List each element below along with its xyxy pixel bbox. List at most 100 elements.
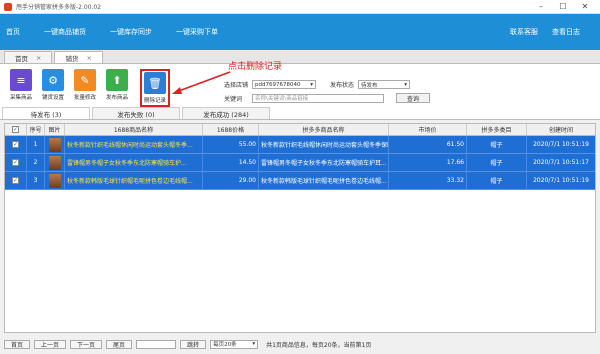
row-checkbox[interactable]: ✓: [5, 154, 27, 171]
row-market-price: 17.66: [389, 154, 467, 171]
row-no: 2: [27, 154, 45, 171]
col-source-name: 1688商品名称: [65, 124, 203, 135]
menu-purchase-order[interactable]: 一键采购下单: [176, 27, 218, 37]
tab-distribution[interactable]: 铺货 ×: [54, 51, 103, 63]
row-category: 帽子: [467, 136, 527, 153]
menu-stock-sync[interactable]: 一键库存同步: [110, 27, 152, 37]
status-select[interactable]: 待发布 ▾: [358, 80, 411, 89]
col-market-price: 市场价: [389, 124, 467, 135]
chevron-down-icon: ▾: [252, 341, 256, 347]
col-source-price: 1688价格: [203, 124, 259, 135]
row-no: 1: [27, 136, 45, 153]
shop-select[interactable]: pdd7697678040 ▾: [252, 80, 317, 89]
page-number-input[interactable]: [136, 339, 177, 349]
shop-label: 选择店铺: [224, 82, 249, 89]
batch-edit-button[interactable]: ✎ 批量修改: [70, 69, 100, 101]
row-source-price: 29.00: [203, 172, 259, 189]
tab-pending[interactable]: 待发布 (3): [2, 107, 90, 119]
upload-icon: ⬆: [106, 69, 128, 91]
settings-button[interactable]: ⚙ 铺货设置: [38, 69, 68, 101]
tab-failed[interactable]: 发布失败 (0): [92, 107, 180, 119]
status-tabs: 待发布 (3) 发布失败 (0) 发布成功 (284): [0, 106, 600, 120]
col-category: 拼多多类目: [467, 124, 527, 135]
select-all-checkbox[interactable]: ✓: [5, 124, 27, 135]
minimize-icon[interactable]: –: [530, 2, 552, 11]
contact-support-link[interactable]: 联系客服: [510, 27, 538, 37]
page-info: 共1页商品信息，每页20条，当前第1页: [266, 341, 372, 349]
row-pdd-name: 雷锋帽男冬帽子女秋冬季东北防寒帽骑车护耳...: [259, 154, 389, 171]
app-logo-icon: [4, 2, 12, 11]
publish-button[interactable]: ⬆ 发布商品: [102, 69, 132, 101]
row-created: 2020/7/1 10:51:17: [533, 159, 589, 166]
row-source-price: 14.50: [203, 154, 259, 171]
row-source-name: 雷锋帽男冬帽子女秋冬季东北防寒帽骑车护...: [65, 154, 203, 171]
row-category: 帽子: [467, 172, 527, 189]
menu-home[interactable]: 首页: [6, 27, 20, 37]
keyword-input[interactable]: 名称\关键词\商品链接: [252, 93, 385, 103]
main-menu: 首页 一键商品铺货 一键库存同步 一键采购下单 联系客服 查看日志: [0, 14, 600, 50]
checkbox-icon: ✓: [12, 126, 19, 133]
product-thumbnail: [48, 137, 61, 152]
next-page-button[interactable]: 下一页: [70, 339, 103, 349]
title-bar: 甩手分销管家拼多多版-2.00.02 – ☐ ✕: [0, 0, 600, 14]
row-category: 帽子: [467, 154, 527, 171]
filter-panel: 选择店铺 pdd7697678040 ▾ 发布状态 待发布 ▾ 关键词 名称\关键词…: [224, 80, 431, 107]
row-image: [45, 154, 65, 171]
row-source-name: 秋冬新款针织毛线帽休闲时尚运动套头帽冬季...: [65, 136, 203, 153]
table-header: ✓ 序号 图片 1688商品名称 1688价格 拼多多商品名称 市场价 拼多多类…: [5, 124, 595, 136]
maximize-icon[interactable]: ☐: [552, 2, 574, 11]
status-label: 发布状态: [330, 82, 355, 89]
jump-button[interactable]: 跳转: [180, 339, 207, 349]
checkbox-icon: ✓: [12, 141, 19, 148]
prev-page-button[interactable]: 上一页: [34, 339, 67, 349]
col-created: 创建时间: [548, 127, 573, 134]
row-pdd-name: 秋冬新款针织毛线帽休闲时尚运动套头帽冬季保暖...: [259, 136, 389, 153]
tab-home[interactable]: 首页 ×: [4, 51, 53, 63]
list-icon: ≡: [10, 69, 32, 91]
col-pdd-name: 拼多多商品名称: [259, 124, 389, 135]
chevron-down-icon: ▾: [310, 81, 314, 88]
per-page-select[interactable]: 每页20条 ▾: [210, 339, 259, 349]
chevron-down-icon: ▾: [404, 81, 408, 88]
table-row[interactable]: ✓ 1 秋冬新款针织毛线帽休闲时尚运动套头帽冬季... 55.00 秋冬新款针织…: [5, 136, 595, 154]
close-tab-icon[interactable]: ×: [86, 54, 91, 62]
checkbox-icon: ✓: [12, 159, 19, 166]
table-row[interactable]: ✓ 3 秋冬新款韩版毛球针织帽毛呢拼色卷边毛线帽... 29.00 秋冬新款韩版…: [5, 172, 595, 190]
row-source-name: 秋冬新款韩版毛球针织帽毛呢拼色卷边毛线帽...: [65, 172, 203, 189]
row-image: [45, 136, 65, 153]
col-image: 图片: [45, 124, 65, 135]
view-log-link[interactable]: 查看日志: [552, 27, 580, 37]
gear-icon: ⚙: [42, 69, 64, 91]
window-title: 甩手分销管家拼多多版-2.00.02: [16, 4, 102, 11]
keyword-label: 关键词: [224, 95, 243, 103]
delete-record-button[interactable]: 🗑 删除记录: [140, 69, 170, 107]
pencil-icon: ✎: [74, 69, 96, 91]
product-thumbnail: [48, 173, 61, 188]
row-market-price: 61.50: [389, 136, 467, 153]
row-pdd-name: 秋冬新款韩版毛球针织帽毛呢拼色卷边毛线帽...: [259, 172, 389, 189]
row-checkbox[interactable]: ✓: [5, 136, 27, 153]
query-button[interactable]: 查询: [396, 93, 431, 103]
close-icon[interactable]: ✕: [574, 2, 596, 11]
row-checkbox[interactable]: ✓: [5, 172, 27, 189]
row-no: 3: [27, 172, 45, 189]
pagination: 首页 上一页 下一页 尾页 跳转 每页20条 ▾ 共1页商品信息，每页20条，当前…: [4, 338, 596, 350]
last-page-button[interactable]: 尾页: [106, 339, 133, 349]
annotation-text: 点击删除记录: [228, 62, 283, 72]
row-source-price: 55.00: [203, 136, 259, 153]
row-created: 2020/7/1 10:51:19: [533, 141, 589, 148]
first-page-button[interactable]: 首页: [4, 339, 31, 349]
trash-icon: 🗑: [144, 72, 166, 94]
checkbox-icon: ✓: [12, 177, 19, 184]
tab-success[interactable]: 发布成功 (284): [182, 107, 270, 119]
page-tabs: 首页 × 铺货 ×: [0, 50, 600, 64]
col-no: 序号: [27, 124, 45, 135]
product-table: ✓ 序号 图片 1688商品名称 1688价格 拼多多商品名称 市场价 拼多多类…: [4, 123, 596, 333]
row-market-price: 33.32: [389, 172, 467, 189]
menu-product-distribution[interactable]: 一键商品铺货: [44, 27, 86, 37]
table-row[interactable]: ✓ 2 雷锋帽男冬帽子女秋冬季东北防寒帽骑车护... 14.50 雷锋帽男冬帽子…: [5, 154, 595, 172]
row-image: [45, 172, 65, 189]
close-tab-icon[interactable]: ×: [36, 54, 41, 62]
row-created: 2020/7/1 10:51:19: [533, 177, 589, 184]
collect-button[interactable]: ≡ 采集商品: [6, 69, 36, 101]
